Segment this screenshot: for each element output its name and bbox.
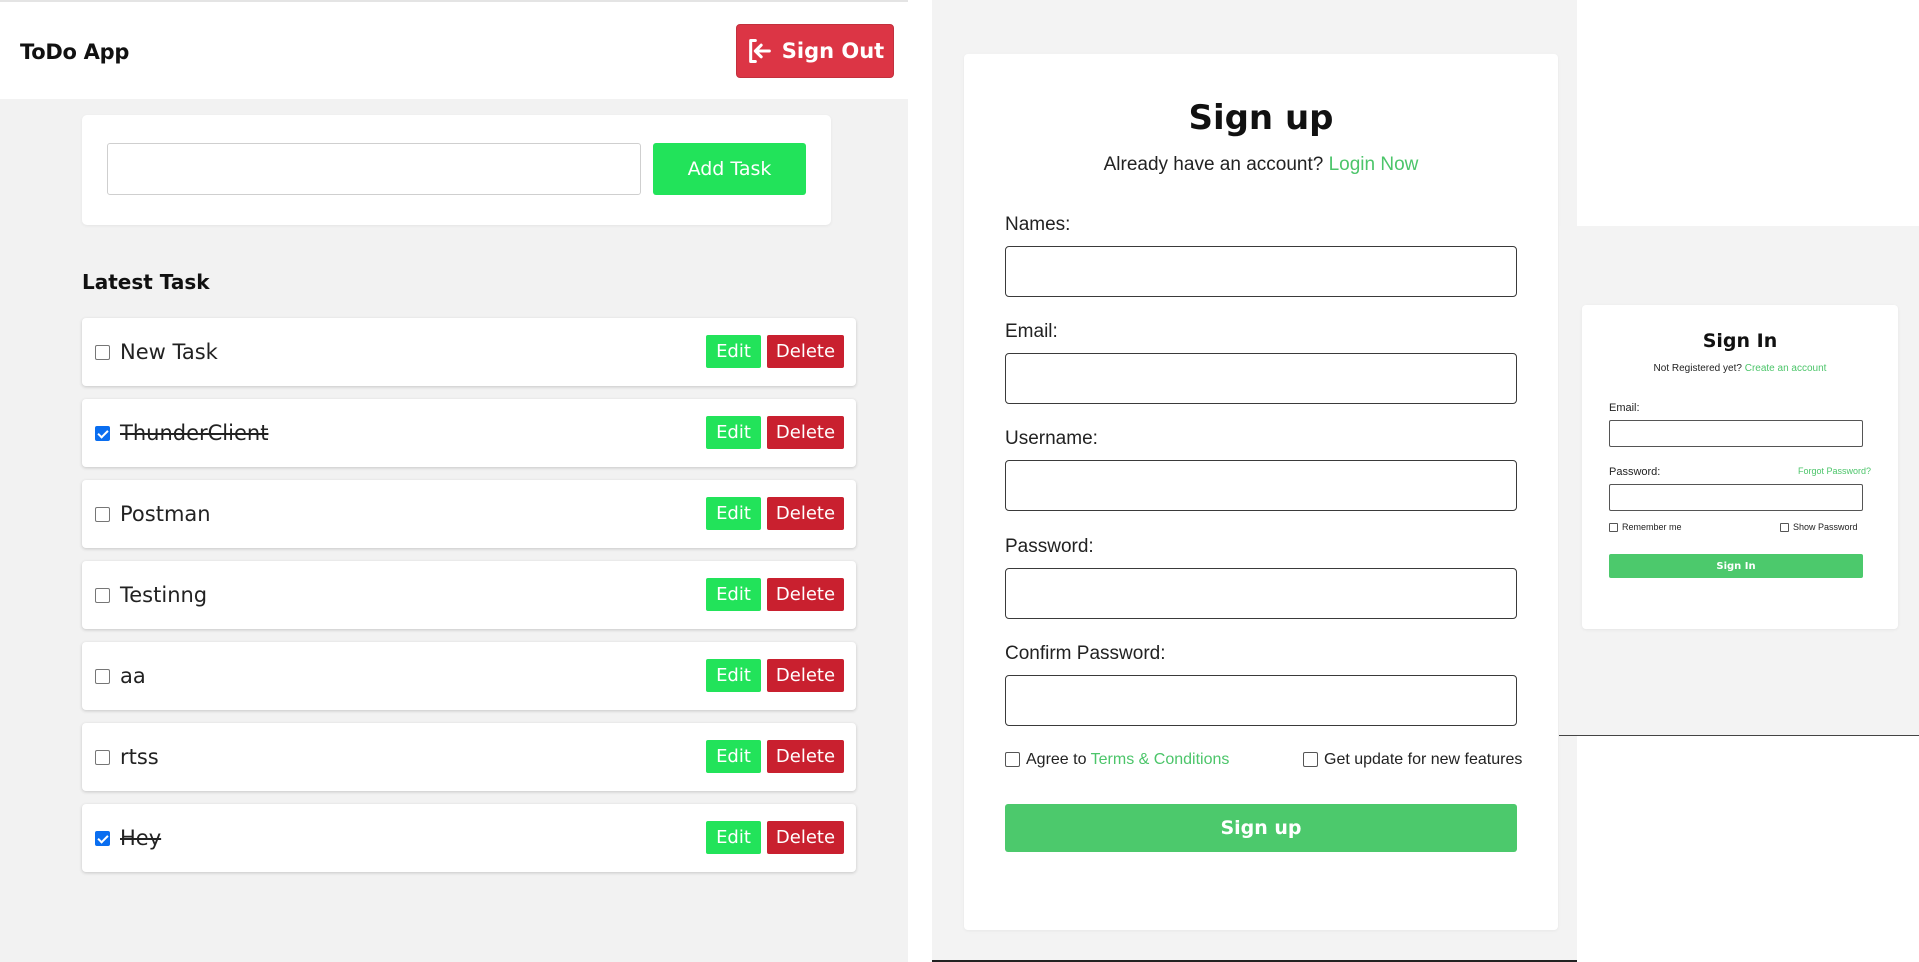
task-row: Postman Edit Delete bbox=[82, 480, 856, 548]
edit-task-button[interactable]: Edit bbox=[706, 497, 761, 530]
delete-task-button[interactable]: Delete bbox=[767, 821, 844, 854]
updates-label: Get update for new features bbox=[1324, 751, 1523, 768]
task-label: ThunderClient bbox=[120, 421, 269, 445]
agree-terms-label: Agree to Terms & Conditions bbox=[1026, 751, 1229, 769]
signup-panel: Sign up Already have an account? Login N… bbox=[932, 0, 1577, 962]
signin-card: Sign In Not Registered yet? Create an ac… bbox=[1582, 305, 1898, 629]
edit-task-button[interactable]: Edit bbox=[706, 335, 761, 368]
task-label: Postman bbox=[120, 502, 211, 526]
panel-gap bbox=[908, 0, 932, 962]
signup-subtitle-text: Already have an account? bbox=[1103, 154, 1324, 175]
names-label: Names: bbox=[1005, 214, 1071, 235]
sign-out-icon bbox=[748, 38, 771, 64]
task-label: rtss bbox=[120, 745, 159, 769]
edit-task-button[interactable]: Edit bbox=[706, 578, 761, 611]
signup-title: Sign up bbox=[1188, 98, 1334, 138]
create-account-link[interactable]: Create an account bbox=[1745, 363, 1827, 374]
add-task-card: Add Task bbox=[82, 115, 831, 225]
password-input[interactable] bbox=[1005, 568, 1517, 619]
login-now-link[interactable]: Login Now bbox=[1329, 154, 1419, 175]
signin-email-label: Email: bbox=[1609, 402, 1640, 414]
delete-task-button[interactable]: Delete bbox=[767, 740, 844, 773]
task-label: aa bbox=[120, 664, 146, 688]
task-row: Hey Edit Delete bbox=[82, 804, 856, 872]
signin-button[interactable]: Sign In bbox=[1609, 554, 1863, 578]
app-header: ToDo App Sign Out bbox=[0, 2, 908, 99]
confirm-password-label: Confirm Password: bbox=[1005, 643, 1166, 664]
signin-subtitle: Not Registered yet? Create an account bbox=[1582, 363, 1898, 374]
edit-task-button[interactable]: Edit bbox=[706, 740, 761, 773]
task-checkbox[interactable] bbox=[95, 669, 110, 684]
signin-password-label: Password: bbox=[1609, 466, 1661, 478]
signin-password-input[interactable] bbox=[1609, 484, 1863, 511]
task-row: aa Edit Delete bbox=[82, 642, 856, 710]
edit-task-button[interactable]: Edit bbox=[706, 821, 761, 854]
updates-checkbox[interactable] bbox=[1303, 752, 1318, 767]
app-title: ToDo App bbox=[20, 40, 130, 64]
task-label: Hey bbox=[120, 826, 162, 850]
task-row: ThunderClient Edit Delete bbox=[82, 399, 856, 467]
task-checkbox[interactable] bbox=[95, 426, 110, 441]
signup-subtitle: Already have an account? Login Now bbox=[964, 154, 1558, 176]
todo-app-panel: ToDo App Sign Out Add Task Latest Task N… bbox=[0, 0, 908, 962]
remember-me-label: Remember me bbox=[1622, 522, 1682, 532]
signin-email-input[interactable] bbox=[1609, 420, 1863, 447]
task-label: Testinng bbox=[120, 583, 208, 607]
add-task-button[interactable]: Add Task bbox=[653, 143, 806, 195]
task-label: New Task bbox=[120, 340, 218, 364]
email-input[interactable] bbox=[1005, 353, 1517, 404]
email-label: Email: bbox=[1005, 321, 1058, 342]
delete-task-button[interactable]: Delete bbox=[767, 497, 844, 530]
signup-card: Sign up Already have an account? Login N… bbox=[964, 54, 1558, 930]
show-password-label: Show Password bbox=[1793, 522, 1858, 532]
password-label: Password: bbox=[1005, 536, 1094, 557]
task-input[interactable] bbox=[107, 143, 641, 195]
task-row: Testinng Edit Delete bbox=[82, 561, 856, 629]
task-checkbox[interactable] bbox=[95, 831, 110, 846]
forgot-password-link[interactable]: Forgot Password? bbox=[1798, 466, 1871, 476]
task-row: rtss Edit Delete bbox=[82, 723, 856, 791]
names-input[interactable] bbox=[1005, 246, 1517, 297]
username-label: Username: bbox=[1005, 428, 1098, 449]
sign-out-label: Sign Out bbox=[781, 39, 885, 63]
signin-subtitle-text: Not Registered yet? bbox=[1653, 363, 1742, 374]
confirm-password-input[interactable] bbox=[1005, 675, 1517, 726]
delete-task-button[interactable]: Delete bbox=[767, 578, 844, 611]
delete-task-button[interactable]: Delete bbox=[767, 416, 844, 449]
signin-title: Sign In bbox=[1702, 330, 1778, 352]
agree-terms-checkbox[interactable] bbox=[1005, 752, 1020, 767]
edit-task-button[interactable]: Edit bbox=[706, 416, 761, 449]
task-list: New Task Edit Delete ThunderClient Edit Delet… bbox=[82, 318, 856, 885]
agree-prefix: Agree to bbox=[1026, 751, 1087, 768]
task-checkbox[interactable] bbox=[95, 345, 110, 360]
task-checkbox[interactable] bbox=[95, 750, 110, 765]
terms-link[interactable]: Terms & Conditions bbox=[1091, 751, 1230, 768]
username-input[interactable] bbox=[1005, 460, 1517, 511]
remember-me-checkbox[interactable] bbox=[1609, 523, 1618, 532]
task-row: New Task Edit Delete bbox=[82, 318, 856, 386]
sign-out-button[interactable]: Sign Out bbox=[736, 24, 894, 78]
signin-panel: Sign In Not Registered yet? Create an ac… bbox=[1559, 226, 1919, 736]
delete-task-button[interactable]: Delete bbox=[767, 659, 844, 692]
edit-task-button[interactable]: Edit bbox=[706, 659, 761, 692]
task-checkbox[interactable] bbox=[95, 507, 110, 522]
show-password-checkbox[interactable] bbox=[1780, 523, 1789, 532]
delete-task-button[interactable]: Delete bbox=[767, 335, 844, 368]
signup-button[interactable]: Sign up bbox=[1005, 804, 1517, 852]
task-checkbox[interactable] bbox=[95, 588, 110, 603]
latest-task-heading: Latest Task bbox=[82, 270, 210, 294]
